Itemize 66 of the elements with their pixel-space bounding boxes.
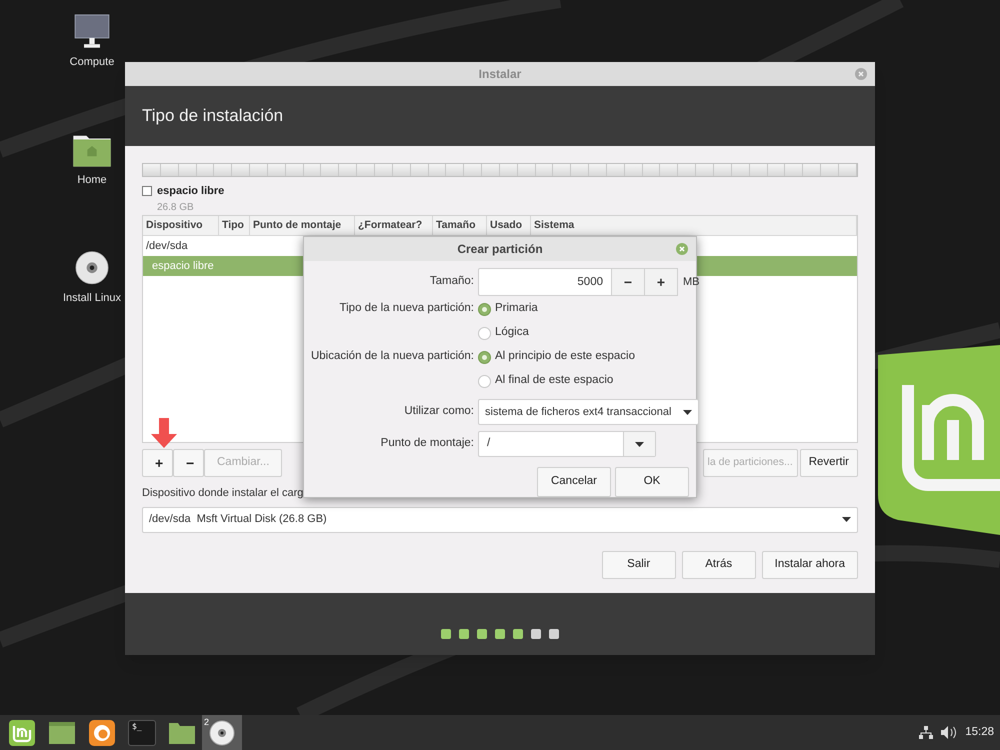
legend-swatch bbox=[142, 186, 152, 196]
dropdown-arrow-icon bbox=[683, 410, 692, 414]
partition-edit-button[interactable]: + bbox=[142, 449, 173, 477]
radio-label: Primaria bbox=[495, 301, 538, 316]
dialog-title: Crear partición bbox=[457, 241, 543, 258]
device-cell-text: /dev/sda bbox=[145, 238, 188, 254]
monitor-icon bbox=[72, 14, 112, 50]
window-count-label: 2 bbox=[204, 716, 210, 729]
column-header[interactable]: ¿Formatear? bbox=[355, 216, 433, 235]
field-label: Utilizar como: bbox=[403, 404, 474, 420]
filesystem-dropdown[interactable]: sistema de ficheros ext4 transaccional bbox=[478, 399, 699, 425]
network-icon bbox=[919, 726, 934, 739]
unit-label: MB bbox=[683, 274, 700, 290]
radio-label: Al principio de este espacio bbox=[495, 349, 635, 364]
clock[interactable]: 15:28 bbox=[965, 724, 994, 742]
legend-name: espacio libre bbox=[157, 184, 224, 199]
taskbar-app-button[interactable]: 2 bbox=[202, 715, 242, 750]
mount-point-combo[interactable]: / bbox=[478, 431, 656, 457]
taskbar-app-button[interactable]: $_ bbox=[122, 715, 162, 750]
desktop-icon-label[interactable]: Compute bbox=[70, 54, 114, 70]
radio-label: Al final de este espacio bbox=[495, 373, 614, 388]
dropdown-arrow-icon bbox=[842, 517, 851, 522]
radio-label: Lógica bbox=[495, 325, 529, 340]
device-cell-text: espacio libre bbox=[151, 258, 214, 274]
column-header[interactable]: Sistema bbox=[531, 216, 857, 235]
navigation-button[interactable]: Atrás bbox=[682, 550, 756, 578]
radio-button[interactable] bbox=[478, 350, 491, 364]
dialog-button[interactable]: OK bbox=[615, 467, 689, 497]
close-icon[interactable] bbox=[855, 68, 867, 80]
radio-button[interactable] bbox=[478, 302, 491, 316]
bootloader-dropdown[interactable]: /dev/sda Msft Virtual Disk (26.8 GB) bbox=[142, 506, 858, 532]
dialog-button[interactable]: Cancelar bbox=[537, 467, 611, 497]
field-label: Ubicación de la nueva partición: bbox=[310, 349, 474, 364]
field-label: Tipo de la nueva partición: bbox=[338, 301, 474, 316]
disc-icon bbox=[209, 720, 235, 746]
dropdown-arrow-icon bbox=[635, 442, 644, 446]
navigation-button[interactable]: Salir bbox=[602, 550, 676, 578]
mint-logo-icon bbox=[8, 718, 36, 746]
navigation-button[interactable]: Instalar ahora bbox=[762, 550, 858, 578]
increment-button[interactable]: + bbox=[645, 268, 678, 296]
partition-edit-button[interactable]: − bbox=[173, 449, 204, 477]
column-header[interactable]: Tipo bbox=[219, 216, 250, 235]
pointer-arrow-icon bbox=[150, 418, 178, 448]
volume-icon bbox=[941, 726, 958, 739]
close-icon[interactable] bbox=[676, 243, 688, 255]
radio-button[interactable] bbox=[478, 326, 491, 340]
column-header[interactable]: Punto de montaje bbox=[250, 216, 355, 235]
field-label: Punto de montaje: bbox=[380, 436, 474, 452]
desktop-icon-label[interactable]: Install Linux bbox=[62, 290, 122, 306]
column-header[interactable]: Usado bbox=[487, 216, 531, 235]
folder-icon bbox=[48, 720, 76, 744]
browser-icon bbox=[88, 718, 116, 746]
radio-button[interactable] bbox=[478, 374, 491, 388]
page-heading: Tipo de instalación bbox=[142, 105, 284, 128]
decrement-button[interactable]: − bbox=[612, 268, 645, 296]
folder-icon bbox=[168, 720, 196, 744]
desktop-icon-label[interactable]: Home bbox=[77, 172, 107, 188]
legend-size: 26.8 GB bbox=[157, 200, 195, 214]
column-header[interactable]: Tamaño bbox=[433, 216, 487, 235]
window-title: Instalar bbox=[478, 66, 522, 83]
bootloader-label: Dispositivo donde instalar el carg bbox=[142, 486, 304, 501]
field-label: Tamaño: bbox=[428, 274, 474, 290]
column-header[interactable]: Dispositivo bbox=[143, 216, 219, 235]
size-input[interactable]: 5000 bbox=[478, 268, 612, 296]
terminal-icon: $_ bbox=[128, 720, 156, 746]
table-action-button[interactable]: Revertir bbox=[800, 449, 858, 477]
